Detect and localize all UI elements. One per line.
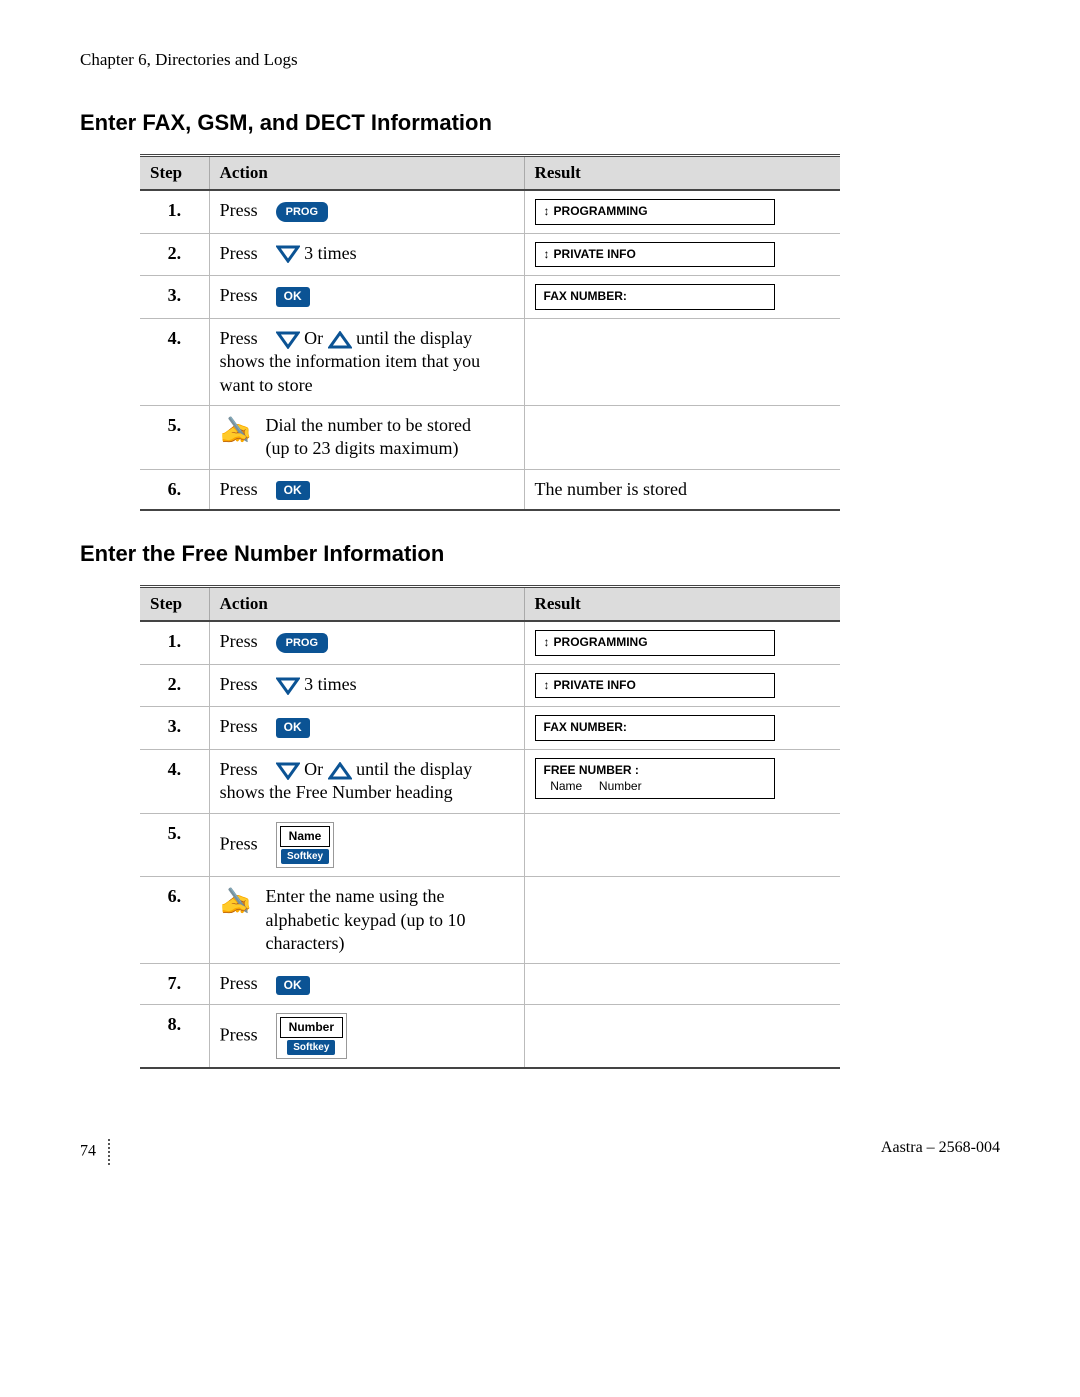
step-number: 2. <box>140 664 209 707</box>
scroll-icon <box>544 247 554 261</box>
display-box: FREE NUMBER : Name Number <box>535 758 775 799</box>
step-number: 7. <box>140 964 209 1004</box>
action-text: Press <box>220 1024 258 1044</box>
action-text: Press <box>220 243 258 263</box>
step-number: 2. <box>140 233 209 276</box>
display-box: PRIVATE INFO <box>535 673 775 699</box>
col-result: Result <box>524 587 840 622</box>
action-text: Press <box>220 973 258 993</box>
table-row: 5. Press Name Softkey <box>140 813 840 877</box>
scroll-icon <box>544 635 554 649</box>
table-row: 1. Press PROG PROGRAMMING <box>140 621 840 664</box>
action-text: Press <box>220 674 258 694</box>
table-row: 4. Press Or until the display shows the … <box>140 749 840 813</box>
table-row: 7. Press OK <box>140 964 840 1004</box>
action-text: Press <box>220 759 258 779</box>
table-row: 6. ✍ Enter the name using the alphabetic… <box>140 877 840 964</box>
step-number: 3. <box>140 276 209 319</box>
prog-button-icon: PROG <box>276 202 328 222</box>
ok-button-icon: OK <box>276 287 310 307</box>
action-text: Press <box>220 833 258 853</box>
triangle-up-icon <box>328 331 352 349</box>
ok-button-icon: OK <box>276 481 310 501</box>
hand-icon: ✍ <box>220 885 252 919</box>
col-step: Step <box>140 587 209 622</box>
scroll-icon <box>544 678 554 692</box>
triangle-down-icon <box>276 762 300 780</box>
action-text: Press <box>220 479 258 499</box>
step-number: 4. <box>140 749 209 813</box>
doc-id: Aastra – 2568-004 <box>881 1139 1000 1165</box>
chapter-header: Chapter 6, Directories and Logs <box>80 50 1000 70</box>
display-box: FAX NUMBER: <box>535 284 775 310</box>
table-row: 3. Press OK FAX NUMBER: <box>140 707 840 750</box>
section-heading-1: Enter FAX, GSM, and DECT Information <box>80 110 1000 136</box>
step-number: 6. <box>140 877 209 964</box>
triangle-up-icon <box>328 762 352 780</box>
step-number: 1. <box>140 621 209 664</box>
table-row: 6. Press OK The number is stored <box>140 469 840 510</box>
action-text: Press <box>220 631 258 651</box>
triangle-down-icon <box>276 677 300 695</box>
table-row: 8. Press Number Softkey <box>140 1004 840 1068</box>
number-softkey-icon: Number Softkey <box>276 1013 347 1060</box>
table-row: 1. Press PROG PROGRAMMING <box>140 190 840 233</box>
action-text: Dial the number to be stored (up to 23 d… <box>266 414 486 461</box>
table-row: 2. Press 3 times PRIVATE INFO <box>140 233 840 276</box>
action-suffix: 3 times <box>304 243 357 263</box>
table-row: 5. ✍ Dial the number to be stored (up to… <box>140 405 840 469</box>
table-row: 4. Press Or until the display shows the … <box>140 318 840 405</box>
ok-button-icon: OK <box>276 718 310 738</box>
display-box: PROGRAMMING <box>535 199 775 225</box>
step-number: 8. <box>140 1004 209 1068</box>
step-number: 3. <box>140 707 209 750</box>
or-text: Or <box>304 759 323 779</box>
table-free-number: Step Action Result 1. Press PROG PROGRAM… <box>140 585 840 1069</box>
action-text: Press <box>220 200 258 220</box>
table-row: 3. Press OK FAX NUMBER: <box>140 276 840 319</box>
step-number: 1. <box>140 190 209 233</box>
or-text: Or <box>304 328 323 348</box>
step-number: 5. <box>140 813 209 877</box>
col-result: Result <box>524 156 840 191</box>
prog-button-icon: PROG <box>276 633 328 653</box>
hand-icon: ✍ <box>220 414 252 448</box>
col-action: Action <box>209 156 524 191</box>
action-suffix: 3 times <box>304 674 357 694</box>
action-text: Enter the name using the alphabetic keyp… <box>266 885 486 955</box>
name-softkey-icon: Name Softkey <box>276 822 335 869</box>
action-text: Press <box>220 716 258 736</box>
display-box: PRIVATE INFO <box>535 242 775 268</box>
display-box: PROGRAMMING <box>535 630 775 656</box>
page-number: 74 <box>80 1143 96 1160</box>
page-footer: 74 Aastra – 2568-004 <box>80 1139 1000 1165</box>
action-text: Press <box>220 328 258 348</box>
section-heading-2: Enter the Free Number Information <box>80 541 1000 567</box>
triangle-down-icon <box>276 245 300 263</box>
table-fax-gsm-dect: Step Action Result 1. Press PROG PROGRAM… <box>140 154 840 511</box>
scroll-icon <box>544 204 554 218</box>
triangle-down-icon <box>276 331 300 349</box>
step-number: 6. <box>140 469 209 510</box>
result-text: The number is stored <box>535 479 687 499</box>
ok-button-icon: OK <box>276 976 310 996</box>
action-text: Press <box>220 285 258 305</box>
footer-divider-icon <box>108 1139 110 1165</box>
col-step: Step <box>140 156 209 191</box>
display-box: FAX NUMBER: <box>535 715 775 741</box>
col-action: Action <box>209 587 524 622</box>
step-number: 4. <box>140 318 209 405</box>
table-row: 2. Press 3 times PRIVATE INFO <box>140 664 840 707</box>
step-number: 5. <box>140 405 209 469</box>
